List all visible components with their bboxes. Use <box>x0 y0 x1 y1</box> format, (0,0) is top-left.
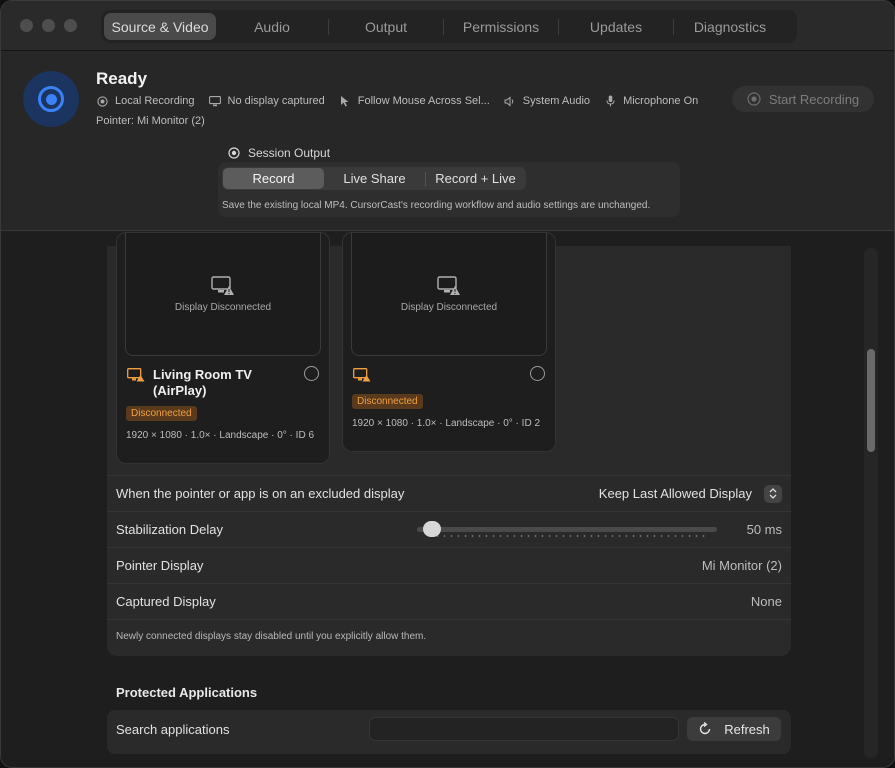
captured-display-label: Captured Display <box>116 594 216 609</box>
pointer-display-row: Pointer Display Mi Monitor (2) <box>107 547 791 583</box>
excluded-display-row: When the pointer or app is on an exclude… <box>107 475 791 511</box>
stabilization-delay-row: Stabilization Delay 50 ms <box>107 511 791 547</box>
chevron-up-down-icon <box>764 484 782 503</box>
record-circle-icon <box>747 92 761 106</box>
section-title: Protected Applications <box>116 685 258 700</box>
status-item-follow-mouse: Follow Mouse Across Sel... <box>339 95 490 107</box>
slider-ticks <box>427 535 707 537</box>
display-warning-icon <box>127 368 145 382</box>
slider-track <box>417 527 717 532</box>
display-title-row <box>353 367 509 382</box>
refresh-icon <box>698 721 712 736</box>
session-mode-description: Save the existing local MP4. CursorCast'… <box>222 200 651 211</box>
pointer-display-value: Mi Monitor (2) <box>701 558 782 573</box>
tab-updates[interactable]: Updates <box>559 13 673 40</box>
close-window-button[interactable] <box>20 19 33 32</box>
cursor-icon <box>339 95 351 107</box>
display-select-radio[interactable] <box>530 366 545 381</box>
record-circle-icon <box>96 95 108 107</box>
display-warning-icon <box>353 368 371 382</box>
search-applications-input[interactable] <box>369 717 679 741</box>
divider <box>107 619 791 620</box>
search-applications-row: Search applications Refresh <box>107 710 791 754</box>
app-window: Source & Video Audio Output Permissions … <box>0 0 895 768</box>
tab-output[interactable]: Output <box>329 13 443 40</box>
display-details: 1920 × 1080 · 1.0× · Landscape · 0° · ID… <box>352 418 541 429</box>
pointer-display-label: Pointer Display <box>116 558 204 573</box>
stabilization-delay-label: Stabilization Delay <box>116 522 223 537</box>
mode-live-share[interactable]: Live Share <box>324 168 425 189</box>
minimize-window-button[interactable] <box>42 19 55 32</box>
settings-tab-bar: Source & Video Audio Output Permissions … <box>101 10 797 43</box>
record-circle-icon <box>228 147 240 159</box>
scrollbar-thumb[interactable] <box>867 349 875 452</box>
session-output-label: Session Output <box>228 146 330 160</box>
microphone-icon <box>604 95 616 107</box>
captured-display-value: None <box>750 594 782 609</box>
pointer-display-status: Pointer: Mi Monitor (2) <box>96 115 205 127</box>
status-item-microphone: Microphone On <box>604 95 698 107</box>
title-bar: Source & Video Audio Output Permissions … <box>1 1 894 51</box>
recording-status-icon <box>23 71 79 127</box>
display-preview: Display Disconnected <box>125 233 321 356</box>
status-title: Ready <box>96 69 148 88</box>
display-warning-icon <box>211 275 235 296</box>
vertical-scrollbar[interactable] <box>864 248 878 758</box>
captured-display-row: Captured Display None <box>107 583 791 619</box>
status-header: Ready Local Recording No display capture… <box>1 51 894 231</box>
refresh-button[interactable]: Refresh <box>687 717 781 741</box>
display-card[interactable]: Display Disconnected Living Room TV (Air… <box>116 232 330 464</box>
display-icon <box>208 95 221 107</box>
status-badge: Disconnected <box>126 406 197 421</box>
excluded-display-select[interactable]: Keep Last Allowed Display <box>599 484 782 503</box>
display-preview: Display Disconnected <box>351 233 547 356</box>
displays-note: Newly connected displays stay disabled u… <box>116 631 427 642</box>
display-warning-icon <box>437 275 461 296</box>
display-title: Living Room TV (AirPlay) <box>153 367 252 398</box>
speaker-icon <box>504 95 516 107</box>
tab-source-video[interactable]: Source & Video <box>104 13 216 40</box>
status-summary: Local Recording No display captured Foll… <box>96 95 712 107</box>
start-recording-button[interactable]: Start Recording <box>732 86 874 112</box>
display-title-row: Living Room TV (AirPlay) <box>127 367 283 399</box>
tab-permissions[interactable]: Permissions <box>444 13 558 40</box>
excluded-display-label: When the pointer or app is on an exclude… <box>116 486 405 501</box>
tab-diagnostics[interactable]: Diagnostics <box>674 13 786 40</box>
display-card[interactable]: Display Disconnected Disconnected 1920 ×… <box>342 232 556 452</box>
status-item-local-recording: Local Recording <box>96 95 195 107</box>
stabilization-delay-slider[interactable] <box>417 521 717 537</box>
status-item-system-audio: System Audio <box>504 95 590 107</box>
settings-content[interactable]: Display Disconnected Living Room TV (Air… <box>1 232 894 767</box>
tab-audio[interactable]: Audio <box>216 13 328 40</box>
mode-record-live[interactable]: Record + Live <box>426 168 525 189</box>
search-applications-label: Search applications <box>116 722 230 737</box>
zoom-window-button[interactable] <box>64 19 77 32</box>
display-select-radio[interactable] <box>304 366 319 381</box>
status-badge: Disconnected <box>352 394 423 409</box>
session-mode-selector: Record Live Share Record + Live <box>222 167 526 190</box>
session-output-group: Session Output Record Live Share Record … <box>218 141 680 217</box>
slider-thumb[interactable] <box>423 521 441 537</box>
mode-record[interactable]: Record <box>223 168 324 189</box>
session-output-panel: Record Live Share Record + Live Save the… <box>218 162 680 217</box>
status-item-display: No display captured <box>208 95 325 107</box>
display-details: 1920 × 1080 · 1.0× · Landscape · 0° · ID… <box>126 430 315 441</box>
stabilization-delay-value: 50 ms <box>746 522 782 537</box>
